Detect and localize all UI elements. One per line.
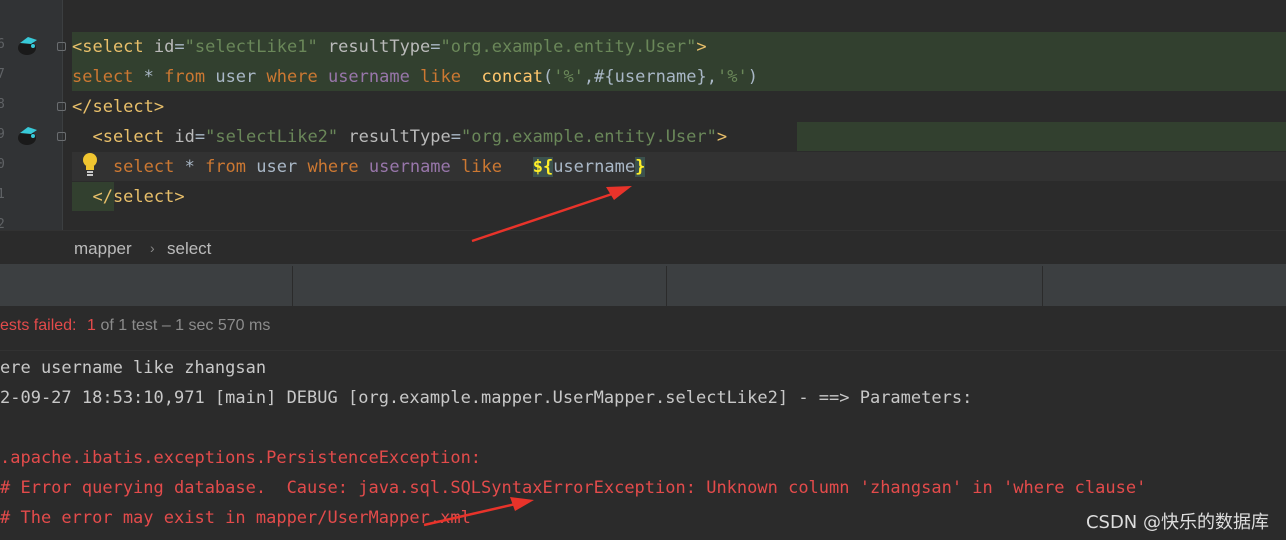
annotation-arrows xyxy=(423,186,632,527)
annotation-arrow xyxy=(471,190,619,243)
arrow-head-icon xyxy=(510,497,534,511)
annotation-arrow xyxy=(423,501,521,527)
watermark: CSDN @快乐的数据库 xyxy=(1085,512,1269,533)
arrow-head-icon xyxy=(606,186,632,200)
